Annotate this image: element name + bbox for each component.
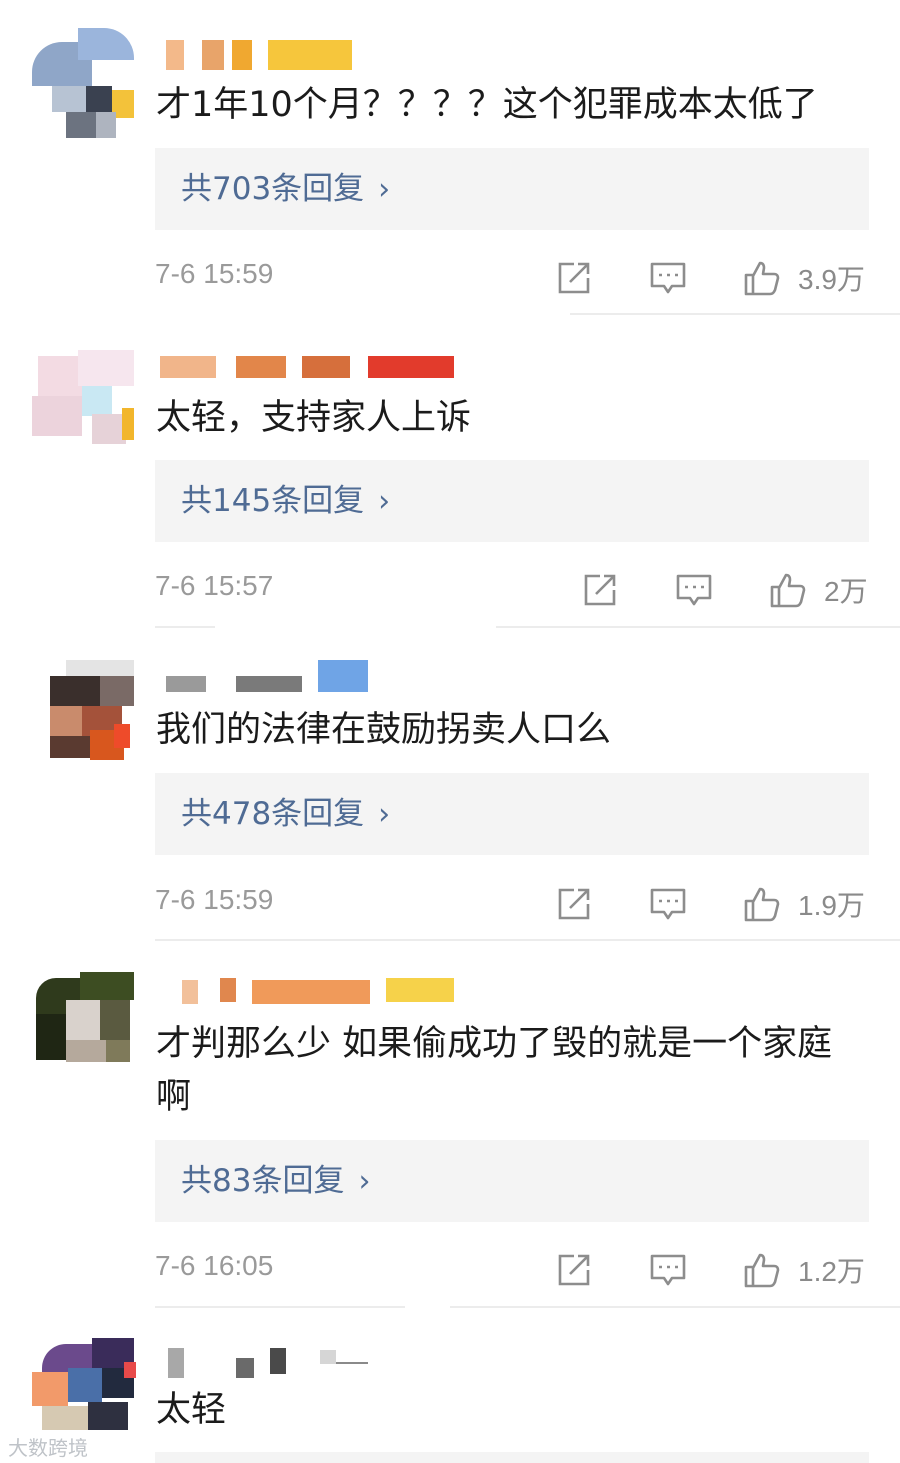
comment-meta: 7-6 15:57 2万 [0,566,900,616]
thumbs-up-icon[interactable] [742,258,782,298]
view-replies-link[interactable]: 共145条回复 › [181,460,390,543]
like-count: 1.2万 [798,1256,865,1287]
avatar[interactable] [32,350,134,460]
reply-count-label: 共145条回复 [181,483,365,519]
comment-icon[interactable] [674,570,714,610]
comment-text: 我们的法律在鼓励拐卖人口么 [156,710,612,750]
username-pixelated[interactable] [160,660,460,694]
avatar[interactable] [32,1336,136,1446]
timestamp: 7-6 15:59 [155,258,274,289]
chevron-right-icon: › [378,484,391,519]
divider [155,626,215,628]
timestamp: 7-6 15:59 [155,884,274,915]
reply-count-label: 共703条回复 [181,171,365,207]
like-count: 1.9万 [798,890,865,921]
username-pixelated[interactable] [160,40,460,74]
reply-box[interactable]: 共145条回复 › [155,460,869,542]
comment-icon[interactable] [648,884,688,924]
thumbs-up-icon[interactable] [742,884,782,924]
divider [570,313,900,315]
reply-box[interactable]: 共83条回复 › [155,1140,869,1222]
divider [155,1306,405,1308]
divider [450,1306,900,1308]
comment-text: 太轻，支持家人上诉 [156,398,472,438]
divider [496,626,900,628]
share-icon[interactable] [554,884,594,924]
reply-count-label: 共478条回复 [181,796,365,832]
watermark: 大数跨境 [8,1438,88,1460]
comment-icon[interactable] [648,258,688,298]
username-pixelated[interactable] [160,976,460,1010]
view-replies-link[interactable]: 共703条回复 › [181,148,390,231]
chevron-right-icon: › [378,797,391,832]
share-icon[interactable] [554,1250,594,1290]
reply-count-label: 共83条回复 [181,1163,345,1199]
comment-text: 才1年10个月？？？？这个犯罪成本太低了 [156,85,818,125]
share-icon[interactable] [580,570,620,610]
comment-text: 才判那么少 如果偷成功了毁的就是一个家庭啊 [156,1024,833,1117]
like-count: 3.9万 [798,264,865,295]
like-count: 2万 [824,576,868,607]
username-pixelated[interactable] [160,1346,460,1380]
view-replies-link[interactable]: 共478条回复 › [181,773,390,856]
reply-box[interactable]: 共703条回复 › [155,148,869,230]
avatar[interactable] [32,968,134,1078]
comment-meta: 7-6 15:59 1.9万 [0,880,900,930]
chevron-right-icon: › [358,1164,371,1199]
thumbs-up-icon[interactable] [742,1250,782,1290]
comment-meta: 7-6 16:05 1.2万 [0,1246,900,1296]
comment-text: 太轻 [156,1390,227,1430]
timestamp: 7-6 15:57 [155,570,274,601]
chevron-right-icon: › [378,172,391,207]
reply-box[interactable]: 共478条回复 › [155,773,869,855]
share-icon[interactable] [554,258,594,298]
comment-meta: 7-6 15:59 3.9万 [0,254,900,304]
view-replies-link[interactable]: 共83条回复 › [181,1140,370,1223]
divider [155,939,900,941]
username-pixelated[interactable] [160,352,460,386]
thumbs-up-icon[interactable] [768,570,808,610]
comment-icon[interactable] [648,1250,688,1290]
reply-box[interactable] [155,1452,869,1463]
avatar[interactable] [32,28,134,138]
timestamp: 7-6 16:05 [155,1250,274,1281]
avatar[interactable] [32,660,134,770]
